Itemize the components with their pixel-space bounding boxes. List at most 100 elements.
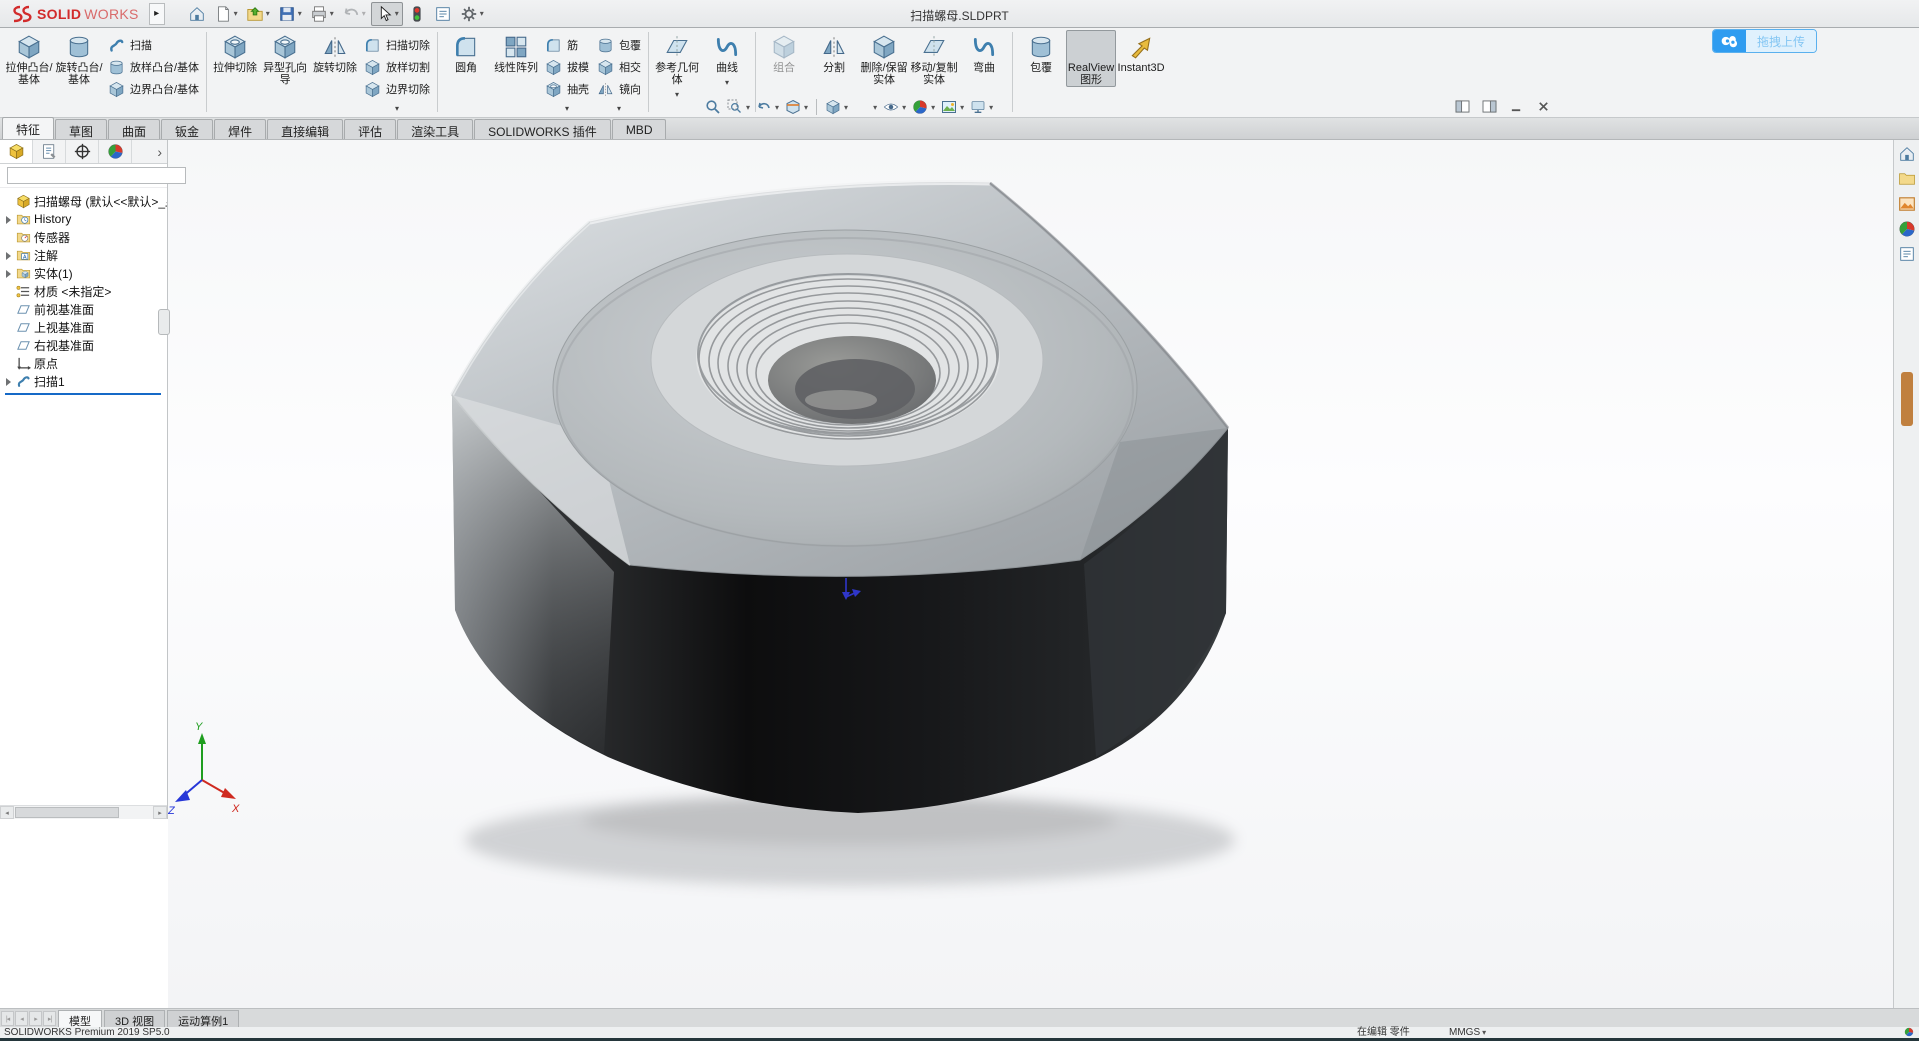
first-tab-button[interactable] — [1, 1011, 14, 1026]
units-selector[interactable]: MMGS — [1449, 1027, 1486, 1038]
display-style-button[interactable] — [852, 98, 879, 116]
tab-weldments[interactable]: 焊件 — [214, 119, 267, 139]
tree-item-top-plane[interactable]: 上视基准面 — [2, 318, 167, 336]
rollback-bar[interactable] — [5, 393, 161, 395]
sweep-button[interactable]: 扫描 — [104, 34, 203, 56]
wrap-display-button[interactable]: 包覆 — [1016, 30, 1066, 75]
delete-keep-bodies-button[interactable]: 删除/保留实体 — [859, 30, 909, 87]
previous-view-button[interactable] — [754, 98, 781, 116]
prev-tab-button[interactable] — [15, 1011, 28, 1026]
zoom-area-button[interactable] — [725, 98, 752, 116]
featuremanager-tab[interactable] — [0, 140, 33, 163]
zoom-fit-button[interactable] — [703, 98, 723, 116]
tree-item-sensors[interactable]: 传感器 — [2, 228, 167, 246]
revolve-cut-button[interactable]: 旋转切除 — [310, 30, 360, 75]
shell-button[interactable]: 抽壳 — [541, 78, 593, 100]
linear-pattern-button[interactable]: 线性阵列 — [491, 30, 541, 75]
flex-button[interactable]: 弯曲 — [959, 30, 1009, 75]
tab-surfaces[interactable]: 曲面 — [108, 119, 161, 139]
split-button[interactable]: 分割 — [809, 30, 859, 75]
wrap-button[interactable]: 包覆 — [593, 34, 645, 56]
expand-arrow[interactable] — [4, 251, 13, 260]
loft-boss-button[interactable]: 放样凸台/基体 — [104, 56, 203, 78]
intersect-button[interactable]: 相交 — [593, 56, 645, 78]
revolve-boss-button[interactable]: 旋转凸台/基体 — [54, 30, 104, 87]
custom-properties-icon[interactable] — [1898, 245, 1916, 263]
drag-upload-badge[interactable]: 拖拽上传 — [1712, 29, 1818, 53]
fillet-button[interactable]: 圆角 — [441, 30, 491, 75]
extrude-cut-button[interactable]: 拉伸切除 — [210, 30, 260, 75]
apply-scene-button[interactable] — [939, 98, 966, 116]
tab-direct-editing[interactable]: 直接编辑 — [267, 119, 344, 139]
move-copy-bodies-button[interactable]: 移动/复制实体 — [909, 30, 959, 87]
select-tool-button[interactable] — [370, 1, 403, 26]
expand-arrow[interactable] — [4, 377, 13, 386]
panel-splitter-grip[interactable] — [158, 309, 170, 335]
curves-button[interactable]: 曲线 — [702, 30, 752, 87]
tab-render-tools[interactable]: 渲染工具 — [397, 119, 474, 139]
orientation-triad[interactable]: Y X Z — [168, 721, 240, 817]
resources-home-icon[interactable] — [1898, 145, 1916, 163]
configurationmanager-tab[interactable] — [66, 140, 99, 163]
panel-overflow-chevron[interactable] — [132, 140, 167, 163]
loft-cut-button[interactable]: 放样切割 — [360, 56, 434, 78]
motion-study-tab[interactable]: 运动算例1 — [167, 1010, 240, 1028]
section-view-button[interactable] — [783, 98, 810, 116]
edit-appearance-button[interactable] — [910, 98, 937, 116]
tab-mbd[interactable]: MBD — [611, 119, 667, 139]
new-document-button[interactable] — [211, 2, 241, 26]
view-settings-button[interactable] — [968, 98, 995, 116]
selection-filter-button[interactable] — [405, 2, 429, 26]
close-document-icon[interactable] — [1536, 100, 1551, 113]
tree-item-solid-bodies[interactable]: 实体(1) — [2, 264, 167, 282]
tree-root-part[interactable]: 扫描螺母 (默认<<默认>_显示状 — [2, 192, 167, 210]
tab-features[interactable]: 特征 — [2, 117, 55, 139]
tree-item-front-plane[interactable]: 前视基准面 — [2, 300, 167, 318]
boundary-boss-button[interactable]: 边界凸台/基体 — [104, 78, 203, 100]
next-tab-button[interactable] — [29, 1011, 42, 1026]
tree-item-material[interactable]: 材质 <未指定> — [2, 282, 167, 300]
design-library-icon[interactable] — [1898, 170, 1916, 188]
hide-show-items-button[interactable] — [881, 98, 908, 116]
model-tab[interactable]: 模型 — [58, 1010, 102, 1028]
sweep-cut-button[interactable]: 扫描切除 — [360, 34, 434, 56]
graphics-area[interactable]: Y X Z — [168, 140, 1893, 1008]
cut-flyout-caret[interactable] — [360, 100, 434, 112]
tree-item-origin[interactable]: 原点 — [2, 354, 167, 372]
tree-item-sweep1[interactable]: 扫描1 — [2, 372, 167, 390]
menu-flyout-button[interactable] — [148, 2, 165, 25]
scroll-left-arrow[interactable] — [0, 806, 14, 819]
properties-button[interactable] — [431, 2, 455, 26]
open-button[interactable] — [243, 2, 273, 26]
draft-button[interactable]: 拔模 — [541, 56, 593, 78]
task-pane-scrollbar-thumb[interactable] — [1901, 372, 1913, 426]
save-button[interactable] — [275, 2, 305, 26]
curves-caret[interactable] — [725, 74, 729, 86]
appearances-scenes-icon[interactable] — [1898, 220, 1916, 238]
scroll-thumb[interactable] — [15, 807, 119, 818]
options-button[interactable] — [457, 2, 487, 26]
pane-right-icon[interactable] — [1482, 100, 1497, 113]
reference-geometry-caret[interactable] — [675, 86, 679, 98]
expand-arrow[interactable] — [4, 269, 13, 278]
propertymanager-tab[interactable] — [33, 140, 66, 163]
realview-graphics-button[interactable]: RealView 图形 — [1066, 30, 1117, 87]
pane-left-icon[interactable] — [1455, 100, 1470, 113]
wrap-flyout-caret[interactable] — [593, 100, 645, 112]
tab-addins[interactable]: SOLIDWORKS 插件 — [474, 119, 611, 139]
minimize-document-icon[interactable] — [1509, 100, 1524, 113]
tab-evaluate[interactable]: 评估 — [344, 119, 397, 139]
tree-item-history[interactable]: History — [2, 210, 167, 228]
model-viewport-canvas[interactable]: Y X Z — [168, 140, 1893, 1008]
rib-button[interactable]: 筋 — [541, 34, 593, 56]
hex-nut-model[interactable] — [450, 179, 1230, 813]
view-orientation-button[interactable] — [823, 98, 850, 116]
3d-views-tab[interactable]: 3D 视图 — [104, 1010, 166, 1028]
combine-button[interactable]: 组合 — [759, 30, 809, 75]
boundary-cut-button[interactable]: 边界切除 — [360, 78, 434, 100]
last-tab-button[interactable] — [43, 1011, 56, 1026]
panel-horizontal-scrollbar[interactable] — [0, 805, 167, 819]
undo-button[interactable] — [339, 2, 369, 26]
tree-item-annotations[interactable]: 注解 — [2, 246, 167, 264]
status-globe-icon[interactable] — [1904, 1027, 1914, 1037]
